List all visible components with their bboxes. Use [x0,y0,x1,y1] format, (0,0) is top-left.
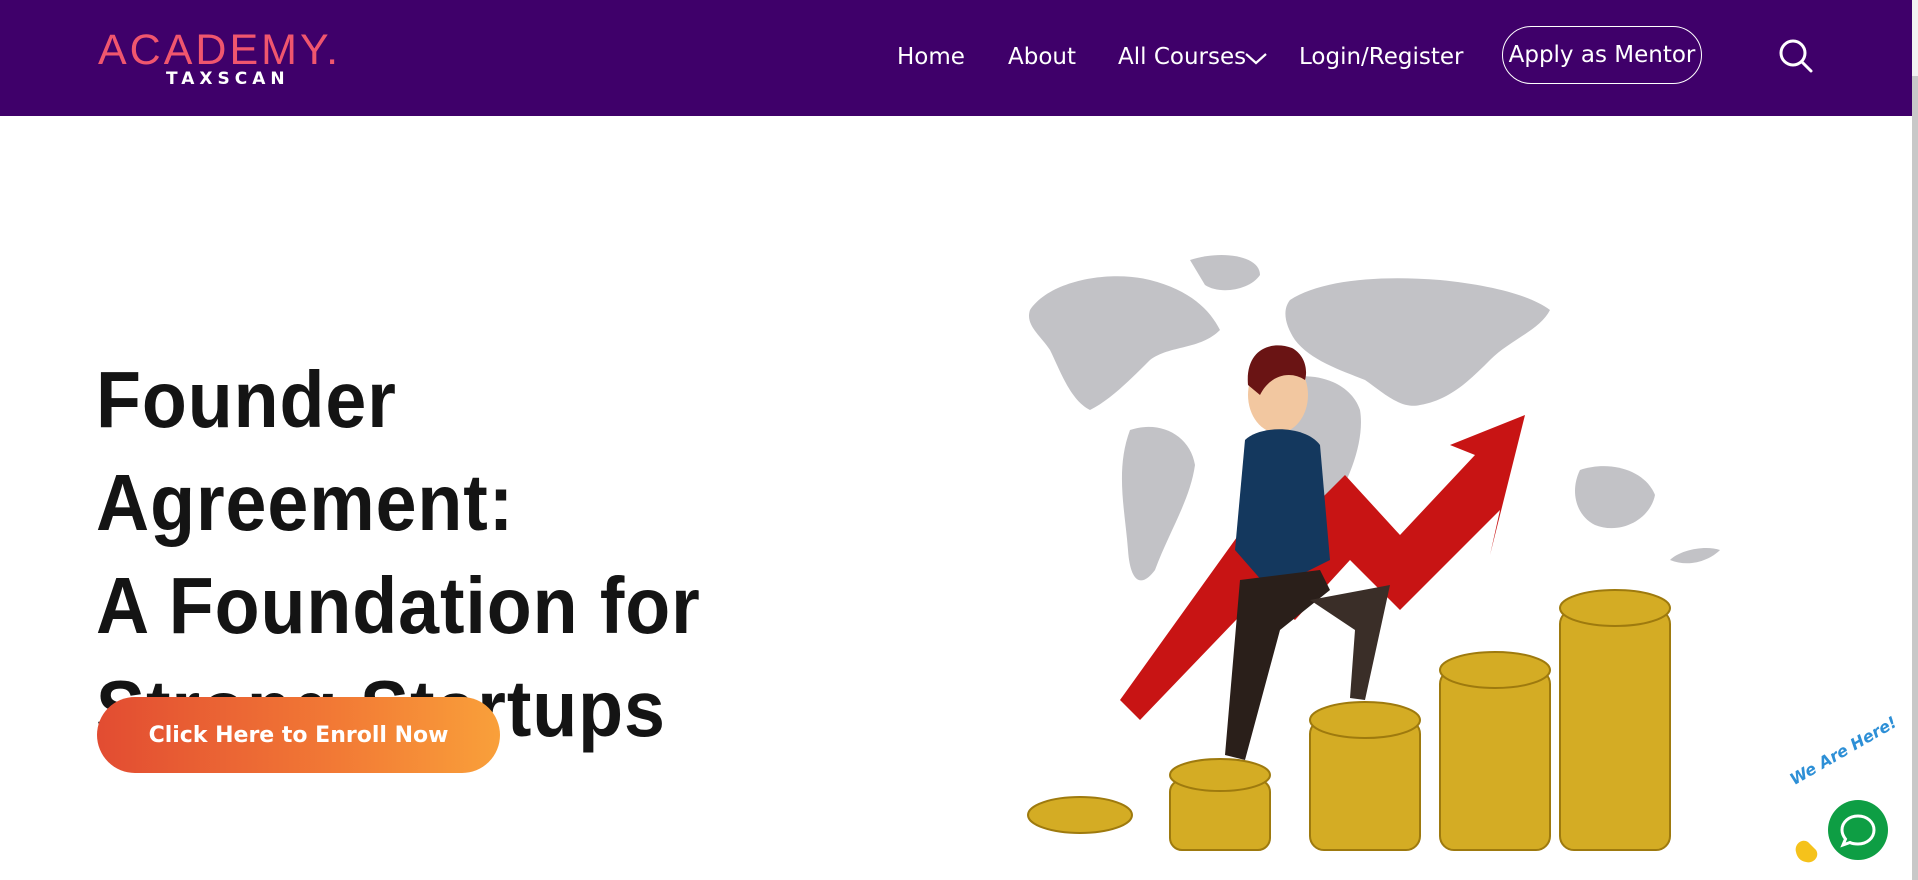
hero-heading-line-1: Founder Agreement: [96,355,515,547]
academy-taxscan-logo[interactable]: ACADEMY. TAXSCAN [98,24,358,92]
nav-about[interactable]: About [1008,42,1076,72]
enroll-now-button[interactable]: Click Here to Enroll Now [97,697,500,773]
coin-stacks-image [1027,589,1671,851]
page-scrollbar[interactable] [1912,0,1918,880]
search-icon[interactable] [1778,38,1814,74]
scrollbar-thumb[interactable] [1912,76,1918,880]
top-navbar: ACADEMY. TAXSCAN Home About All Courses … [0,0,1912,116]
nav-login-register[interactable]: Login/Register [1299,42,1464,72]
apply-as-mentor-button[interactable]: Apply as Mentor [1502,26,1702,84]
waving-hand-icon [1795,840,1818,863]
hero-heading-line-2: A Foundation for [96,561,701,650]
logo-subtitle: TAXSCAN [166,69,290,89]
chat-bubble-icon[interactable] [1828,800,1888,860]
chevron-down-icon[interactable] [1244,48,1268,68]
hero-illustration [1027,255,1720,851]
nav-all-courses[interactable]: All Courses [1118,42,1246,72]
nav-home[interactable]: Home [897,42,965,72]
